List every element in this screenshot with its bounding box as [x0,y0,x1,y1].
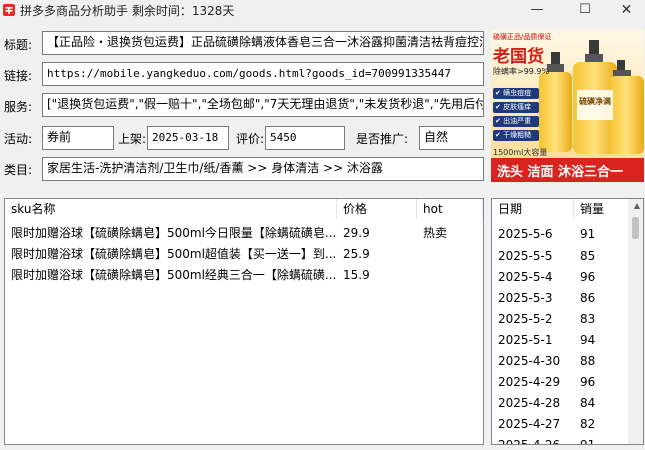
sales-qty: 85 [580,249,596,263]
promo-label: 是否推广: [356,132,409,146]
scroll-thumb[interactable] [632,217,639,239]
sales-header-qty[interactable]: 销量 [574,199,630,219]
sales-qty: 84 [580,396,596,410]
sku-name: 限时加赠浴球【硫磺除螨皂】500ml今日限量【除螨硫磺皂... [11,226,337,240]
table-row[interactable]: 2025-5-1 94 [492,330,643,350]
sales-date: 2025-5-5 [498,249,553,263]
table-row[interactable]: 限时加赠浴球【硫磺除螨皂】500ml经典三合一【除螨硫磺... 15.9 [5,265,483,285]
sales-date: 2025-4-29 [498,375,561,389]
sales-scrollbar[interactable]: ▲ [628,199,643,444]
table-row[interactable]: 2025-4-30 88 [492,351,643,371]
sales-qty: 83 [580,312,596,326]
sales-qty: 94 [580,333,596,347]
app-icon [3,4,15,16]
sales-qty: 86 [580,291,596,305]
sales-date: 2025-4-26 [498,438,561,445]
sales-qty: 82 [580,417,596,431]
sku-name: 限时加赠浴球【硫磺除螨皂】500ml经典三合一【除螨硫磺... [11,268,337,282]
product-image: 硫磺正品/品质保证 老国货 除螨率>99.9% 硫磺净满 ✔ 螨虫痘痘 ✔ 皮肤… [491,30,644,182]
table-row[interactable]: 2025-5-4 96 [492,267,643,287]
sku-price: 15.9 [343,268,370,282]
slogan-text: 洗头 洁面 沐浴三合一 [497,165,624,180]
category-field[interactable]: 家居生活-洗护清洁剂/卫生巾/纸/香薰 >> 身体清洁 >> 沐浴露 [42,157,484,181]
volume-text: 1500ml大容量 [493,148,548,157]
feature-2: ✔ 皮肤瘙痒 [495,103,532,111]
listed-field[interactable]: 2025-03-18 [147,126,229,150]
sales-qty: 96 [580,375,596,389]
sku-hot: 热卖 [423,226,448,240]
feature-3: ✔ 出油严重 [495,117,532,125]
service-field[interactable]: ["退换货包运费","假一赔十","全场包邮","7天无理由退货","未发货秒退… [42,93,484,117]
sales-date: 2025-5-2 [498,312,553,326]
bottle-label: 硫磺净满 [579,97,611,106]
table-row[interactable]: 限时加赠浴球【硫磺除螨皂】500ml超值装【买一送一】到... 25.9 [5,244,483,264]
category-label: 类目: [4,163,33,177]
sales-date: 2025-5-4 [498,270,553,284]
title-field[interactable]: 【正品险・退换货包运费】正品硫磺除螨液体香皂三合一沐浴露抑菌清洁祛背痘控油 [42,31,484,55]
scroll-up-icon[interactable]: ▲ [634,201,640,210]
maximize-button[interactable]: ☐ [562,0,608,20]
table-row[interactable]: 2025-4-26 91 [492,435,643,445]
sku-table[interactable]: sku名称 价格 hot 限时加赠浴球【硫磺除螨皂】500ml今日限量【除螨硫磺… [4,198,484,445]
sku-header-hot[interactable]: hot [417,199,483,219]
sales-qty: 91 [580,438,596,445]
link-field[interactable]: https://mobile.yangkeduo.com/goods.html?… [42,62,484,86]
table-row[interactable]: 2025-5-5 85 [492,246,643,266]
window-title: 拼多多商品分析助手 剩余时间：1328天 [20,4,235,18]
title-bar: 拼多多商品分析助手 剩余时间：1328天 — ☐ ✕ [0,0,645,20]
activity-field[interactable]: 券前 [42,126,114,150]
minimize-button[interactable]: — [514,0,560,20]
sales-date: 2025-4-30 [498,354,561,368]
sales-date: 2025-5-6 [498,227,553,241]
sku-price: 25.9 [343,247,370,261]
table-row[interactable]: 2025-4-29 96 [492,372,643,392]
mite-rate-text: 除螨率>99.9% [493,67,550,76]
sales-date: 2025-5-1 [498,333,553,347]
table-row[interactable]: 2025-5-3 86 [492,288,643,308]
review-field[interactable]: 5450 [265,126,345,150]
table-row[interactable]: 2025-5-2 83 [492,309,643,329]
link-label: 链接: [4,69,33,83]
table-row[interactable]: 2025-4-28 84 [492,393,643,413]
sales-table[interactable]: 日期 销量 2025-5-6 91 2025-5-5 85 2025-5-4 96 2… [491,198,644,445]
sales-qty: 88 [580,354,596,368]
sales-date: 2025-4-27 [498,417,561,431]
feature-1: ✔ 螨虫痘痘 [495,89,532,97]
sales-qty: 91 [580,227,596,241]
sku-header-price[interactable]: 价格 [337,199,417,219]
close-button[interactable]: ✕ [608,0,645,20]
service-label: 服务: [4,100,33,114]
sales-qty: 96 [580,270,596,284]
badge-text: 硫磺正品/品质保证 [493,33,552,41]
brand-text: 老国货 [493,47,544,67]
activity-label: 活动: [4,132,33,146]
feature-4: ✔ 干燥粗糙 [495,131,532,139]
sku-name: 限时加赠浴球【硫磺除螨皂】500ml超值装【买一送一】到... [11,247,337,261]
sku-price: 29.9 [343,226,370,240]
table-row[interactable]: 2025-5-6 91 [492,224,643,244]
title-label: 标题: [4,38,33,52]
promo-field[interactable]: 自然 [419,126,484,150]
sales-date: 2025-4-28 [498,396,561,410]
sku-header-name[interactable]: sku名称 [5,199,337,219]
table-row[interactable]: 限时加赠浴球【硫磺除螨皂】500ml今日限量【除螨硫磺皂... 29.9 热卖 [5,223,483,243]
listed-label: 上架: [118,132,147,146]
review-label: 评价: [236,132,265,146]
sales-header-date[interactable]: 日期 [492,199,574,219]
sales-date: 2025-5-3 [498,291,553,305]
table-row[interactable]: 2025-4-27 82 [492,414,643,434]
